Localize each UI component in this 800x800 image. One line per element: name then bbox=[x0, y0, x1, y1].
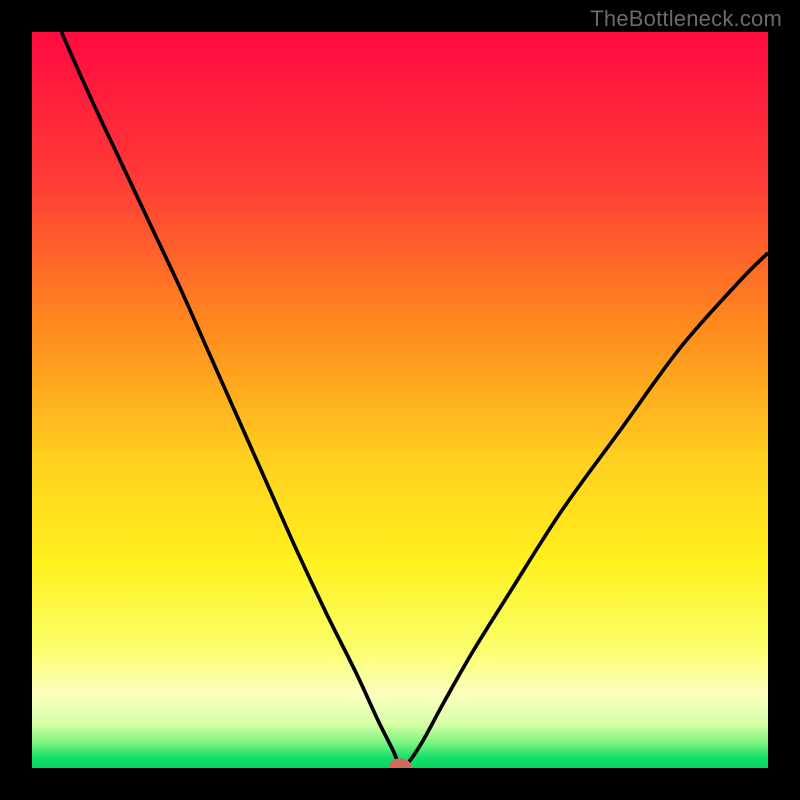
chart-frame: TheBottleneck.com bbox=[0, 0, 800, 800]
watermark-text: TheBottleneck.com bbox=[590, 6, 782, 32]
plot-background bbox=[32, 32, 768, 768]
optimal-point-marker bbox=[390, 759, 411, 768]
bottleneck-plot bbox=[32, 32, 768, 768]
